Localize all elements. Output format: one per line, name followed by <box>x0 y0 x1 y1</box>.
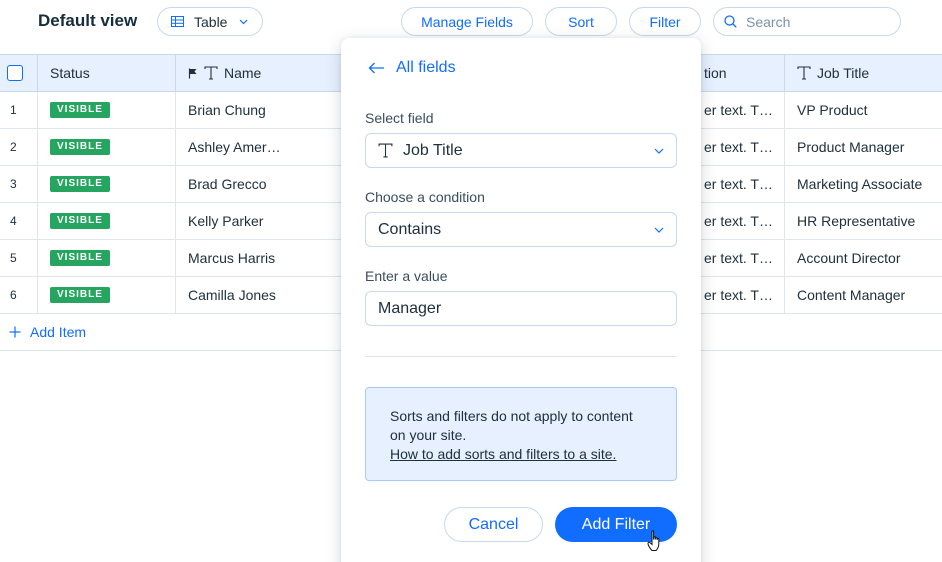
status-badge: VISIBLE <box>50 250 110 266</box>
name-cell[interactable]: Ashley Amer… <box>176 129 346 165</box>
info-text: Sorts and filters do not apply to conten… <box>390 408 633 443</box>
select-all-cell <box>0 55 38 91</box>
info-notice: Sorts and filters do not apply to conten… <box>365 387 677 481</box>
select-field-label: Select field <box>365 110 434 126</box>
help-link[interactable]: How to add sorts and filters to a site. <box>390 445 652 464</box>
view-title: Default view <box>38 11 138 30</box>
description-cell[interactable]: er text. T… <box>700 92 785 128</box>
column-header-description[interactable]: tion <box>700 55 785 91</box>
status-badge: VISIBLE <box>50 287 110 303</box>
status-badge: VISIBLE <box>50 176 110 192</box>
table-icon <box>171 16 184 27</box>
view-mode-select[interactable]: Table <box>157 7 263 36</box>
field-select-dropdown[interactable]: Job Title <box>365 133 677 168</box>
column-header-name[interactable]: Name <box>176 55 346 91</box>
pointer-cursor-icon <box>647 530 660 551</box>
name-cell[interactable]: Marcus Harris <box>176 240 346 276</box>
status-cell[interactable]: VISIBLE <box>38 92 176 128</box>
text-field-icon <box>797 66 811 80</box>
select-all-checkbox[interactable] <box>7 65 23 81</box>
row-number: 5 <box>0 240 38 276</box>
description-cell[interactable]: er text. T… <box>700 166 785 202</box>
job-title-cell[interactable]: Marketing Associate <box>785 166 942 202</box>
chevron-down-icon <box>654 227 664 233</box>
text-field-icon <box>378 143 393 158</box>
name-cell[interactable]: Kelly Parker <box>176 203 346 239</box>
manage-fields-button[interactable]: Manage Fields <box>401 7 533 36</box>
search-icon <box>724 15 737 28</box>
chevron-down-icon <box>654 148 664 154</box>
column-header-job-title[interactable]: Job Title <box>785 55 942 91</box>
condition-label: Choose a condition <box>365 189 485 205</box>
flag-icon <box>188 68 198 79</box>
description-cell[interactable]: er text. T… <box>700 240 785 276</box>
name-cell[interactable]: Brad Grecco <box>176 166 346 202</box>
cancel-button[interactable]: Cancel <box>444 507 543 542</box>
description-cell[interactable]: er text. T… <box>700 277 785 313</box>
status-badge: VISIBLE <box>50 102 110 118</box>
job-title-cell[interactable]: Product Manager <box>785 129 942 165</box>
status-badge: VISIBLE <box>50 213 110 229</box>
filter-panel: All fields Select field Job Title Choose… <box>341 38 701 562</box>
search-box[interactable] <box>713 7 901 36</box>
column-header-status[interactable]: Status <box>38 55 176 91</box>
search-input[interactable] <box>746 13 886 30</box>
job-title-cell[interactable]: Account Director <box>785 240 942 276</box>
selected-field-value: Job Title <box>403 141 463 159</box>
name-cell[interactable]: Camilla Jones <box>176 277 346 313</box>
all-fields-back-link[interactable]: All fields <box>368 59 456 77</box>
plus-icon <box>9 326 21 337</box>
job-title-cell[interactable]: HR Representative <box>785 203 942 239</box>
selected-condition-value: Contains <box>378 220 442 238</box>
job-title-cell[interactable]: Content Manager <box>785 277 942 313</box>
all-fields-label: All fields <box>396 59 456 76</box>
status-cell[interactable]: VISIBLE <box>38 240 176 276</box>
row-number: 1 <box>0 92 38 128</box>
sort-button[interactable]: Sort <box>545 7 617 36</box>
row-number: 4 <box>0 203 38 239</box>
text-field-icon <box>204 66 218 80</box>
filter-value-input[interactable] <box>365 291 677 326</box>
status-badge: VISIBLE <box>50 139 110 155</box>
row-number: 2 <box>0 129 38 165</box>
row-number: 3 <box>0 166 38 202</box>
filter-button[interactable]: Filter <box>629 7 701 36</box>
status-cell[interactable]: VISIBLE <box>38 129 176 165</box>
status-cell[interactable]: VISIBLE <box>38 166 176 202</box>
row-number: 6 <box>0 277 38 313</box>
condition-select-dropdown[interactable]: Contains <box>365 212 677 247</box>
description-cell[interactable]: er text. T… <box>700 129 785 165</box>
column-header-name-label: Name <box>224 65 262 81</box>
chevron-down-icon <box>240 19 248 24</box>
enter-value-label: Enter a value <box>365 268 448 284</box>
column-header-job-title-label: Job Title <box>817 65 870 81</box>
status-cell[interactable]: VISIBLE <box>38 203 176 239</box>
job-title-cell[interactable]: VP Product <box>785 92 942 128</box>
add-item-label: Add Item <box>30 323 87 340</box>
status-cell[interactable]: VISIBLE <box>38 277 176 313</box>
panel-divider <box>365 356 677 357</box>
description-cell[interactable]: er text. T… <box>700 203 785 239</box>
arrow-left-icon <box>368 62 384 74</box>
view-mode-label: Table <box>194 13 228 30</box>
name-cell[interactable]: Brian Chung <box>176 92 346 128</box>
